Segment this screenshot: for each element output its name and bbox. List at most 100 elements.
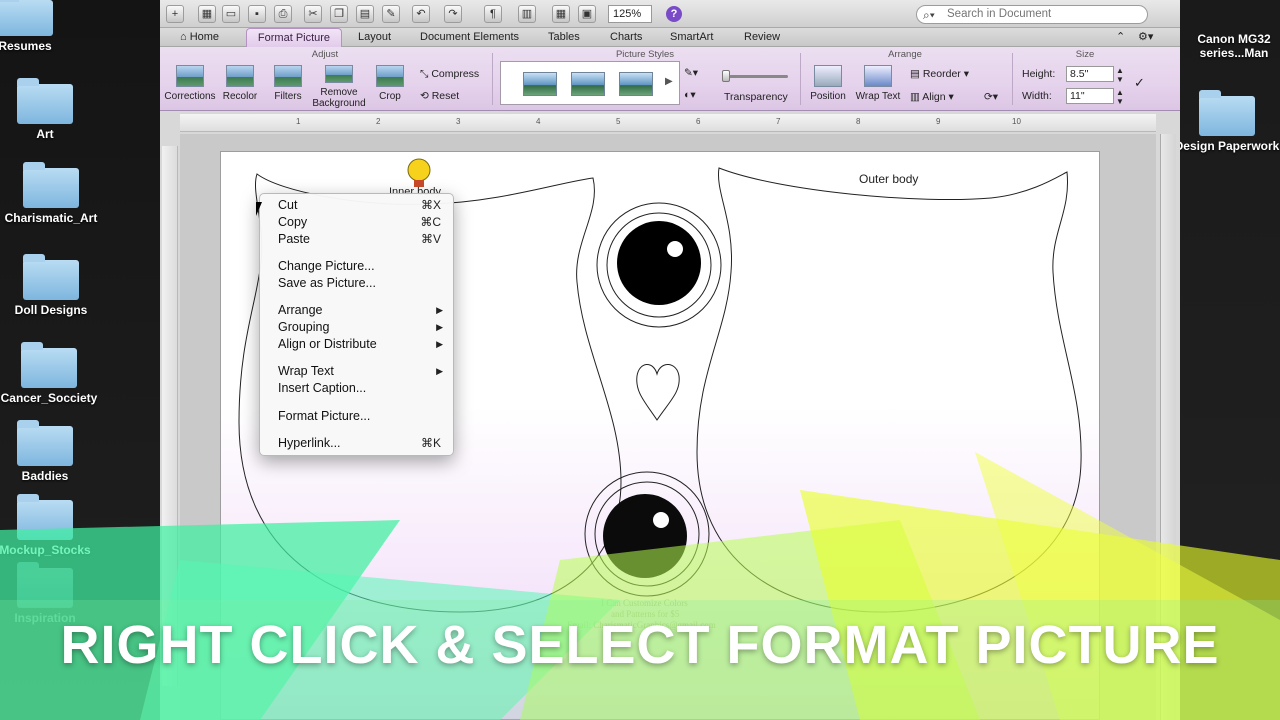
gallery-next-icon[interactable]: ▶	[665, 76, 673, 87]
compress-icon: ⤡	[420, 68, 432, 80]
picture-style-3[interactable]	[619, 72, 653, 96]
folder-icon	[21, 342, 77, 388]
position-button[interactable]: Position	[806, 65, 850, 102]
ribbon-settings-icon[interactable]: ⚙▾	[1130, 28, 1161, 47]
reorder-button[interactable]: ▤ Reorder ▾	[910, 68, 969, 80]
zoom-select[interactable]: 125%	[608, 5, 652, 23]
gallery-icon[interactable]: ▦	[552, 5, 570, 23]
group-title-size: Size	[1075, 49, 1095, 60]
crop-button[interactable]: Crop	[370, 65, 410, 102]
folder-icon	[23, 254, 79, 300]
compress-button[interactable]: ⤡ Compress	[420, 68, 479, 81]
desktop-folder-baddies[interactable]: Baddies	[0, 420, 100, 483]
filters-button[interactable]: Filters	[266, 65, 310, 102]
remove-background-button[interactable]: Remove Background	[310, 65, 368, 109]
menu-item-paste[interactable]: Paste ⌘V	[260, 231, 453, 248]
copy-icon[interactable]: ❐	[330, 5, 348, 23]
tab-charts[interactable]: Charts	[602, 28, 650, 47]
width-label: Width:	[1022, 90, 1052, 102]
height-stepper[interactable]: ▲ ▼	[1116, 66, 1124, 84]
tab-tables[interactable]: Tables	[540, 28, 588, 47]
open-icon[interactable]: ▭	[222, 5, 240, 23]
wrap-text-button[interactable]: Wrap Text	[852, 65, 904, 102]
lock-aspect-icon[interactable]: ✓	[1134, 75, 1145, 91]
format-painter-icon[interactable]: ✎	[382, 5, 400, 23]
save-icon[interactable]: ▪	[248, 5, 266, 23]
tab-review[interactable]: Review	[736, 28, 788, 47]
horizontal-ruler[interactable]: 1 2 3 4 5 6 7 8 9 10	[180, 114, 1156, 132]
menu-item-save-as-picture[interactable]: Save as Picture...	[260, 275, 453, 292]
position-icon	[814, 65, 842, 87]
tab-home[interactable]: ⌂ Home	[172, 28, 227, 47]
reset-button[interactable]: ⟲ Reset	[420, 90, 459, 102]
tab-format-picture[interactable]: Format Picture	[246, 28, 342, 47]
desktop-folder-mockup-stocks[interactable]: Mockup_Stocks	[0, 494, 100, 557]
menu-item-align-or-distribute[interactable]: Align or Distribute ▶	[260, 336, 453, 353]
cut-icon[interactable]: ✂	[304, 5, 322, 23]
width-stepper[interactable]: ▲ ▼	[1116, 88, 1124, 106]
help-icon[interactable]: ?	[666, 6, 682, 22]
width-field[interactable]	[1066, 88, 1114, 104]
crop-icon	[376, 65, 404, 87]
transparency-slider-track	[726, 75, 788, 78]
print-icon[interactable]: ⎙	[274, 5, 292, 23]
context-menu: Cut ⌘X Copy ⌘C Paste ⌘V Change Picture... S…	[259, 193, 454, 456]
menu-item-wrap-text[interactable]: Wrap Text ▶	[260, 363, 453, 380]
desktop-folder-design-paperwork[interactable]: Design Paperwork	[1172, 90, 1280, 153]
redo-icon[interactable]: ↷	[444, 5, 462, 23]
desktop-folder-doll-designs[interactable]: Doll Designs	[0, 254, 106, 317]
search-box[interactable]: ⌕▾	[916, 5, 1148, 24]
undo-icon[interactable]: ↶	[412, 5, 430, 23]
paste-icon[interactable]: ▤	[356, 5, 374, 23]
folder-icon	[17, 78, 73, 124]
corrections-button[interactable]: Corrections	[164, 65, 216, 102]
new-document-icon[interactable]: +	[166, 5, 184, 23]
tab-document-elements[interactable]: Document Elements	[412, 28, 527, 47]
templates-icon[interactable]: ▦	[198, 5, 216, 23]
mouse-cursor-icon	[256, 202, 262, 216]
printer-label: Canon MG32 series...Man	[1197, 32, 1271, 60]
picture-border-icon[interactable]: ✎▾	[684, 67, 698, 79]
reset-icon: ⟲	[420, 90, 432, 102]
desktop-folder-art[interactable]: Art	[0, 78, 100, 141]
group-title-picture-styles: Picture Styles	[615, 49, 675, 60]
align-button[interactable]: ▥ Align ▾	[910, 91, 954, 103]
folder-label: Baddies	[21, 469, 69, 483]
transparency-slider[interactable]	[722, 70, 730, 82]
picture-effects-icon[interactable]: ◐▾	[684, 89, 696, 101]
paragraph-marks-icon[interactable]: ¶	[484, 5, 502, 23]
folder-icon	[1199, 90, 1255, 136]
corrections-icon	[176, 65, 204, 87]
tab-layout[interactable]: Layout	[350, 28, 399, 47]
tutorial-caption: RIGHT CLICK & SELECT FORMAT PICTURE	[60, 615, 1220, 675]
search-input[interactable]	[947, 8, 1137, 20]
menu-item-insert-caption[interactable]: Insert Caption...	[260, 380, 453, 397]
picture-style-2[interactable]	[571, 72, 605, 96]
desktop-printer-canon[interactable]: Canon MG32 series...Man	[1188, 32, 1280, 60]
folder-label: Doll Designs	[14, 303, 88, 317]
menu-item-grouping[interactable]: Grouping ▶	[260, 319, 453, 336]
rotate-icon[interactable]: ⟳▾	[984, 91, 998, 103]
sidebar-icon[interactable]: ▥	[518, 5, 536, 23]
menu-item-copy[interactable]: Copy ⌘C	[260, 214, 453, 231]
submenu-arrow-icon: ▶	[436, 339, 443, 349]
menu-item-hyperlink[interactable]: Hyperlink... ⌘K	[260, 435, 453, 452]
home-icon: ⌂	[180, 31, 190, 43]
tab-smartart[interactable]: SmartArt	[662, 28, 721, 47]
folder-label: Mockup_Stocks	[0, 543, 91, 557]
picture-style-1[interactable]	[523, 72, 557, 96]
desktop-folder-resumes[interactable]: Resumes	[0, 0, 80, 53]
desktop-folder-cancer-socciety[interactable]: Cancer_Socciety	[0, 342, 104, 405]
menu-item-arrange[interactable]: Arrange ▶	[260, 302, 453, 319]
menu-item-change-picture[interactable]: Change Picture...	[260, 258, 453, 275]
menu-item-cut[interactable]: Cut ⌘X	[260, 197, 453, 214]
folder-label: Design Paperwork	[1174, 139, 1280, 153]
picture-styles-gallery[interactable]: ▶	[500, 61, 680, 105]
align-icon: ▥	[910, 91, 923, 103]
height-field[interactable]	[1066, 66, 1114, 82]
desktop-folder-charismatic-art[interactable]: Charismatic_Art	[0, 162, 106, 225]
menu-item-format-picture[interactable]: Format Picture...	[260, 408, 453, 425]
vertical-ruler[interactable]	[162, 146, 178, 686]
recolor-button[interactable]: Recolor	[216, 65, 264, 102]
media-icon[interactable]: ▣	[578, 5, 596, 23]
